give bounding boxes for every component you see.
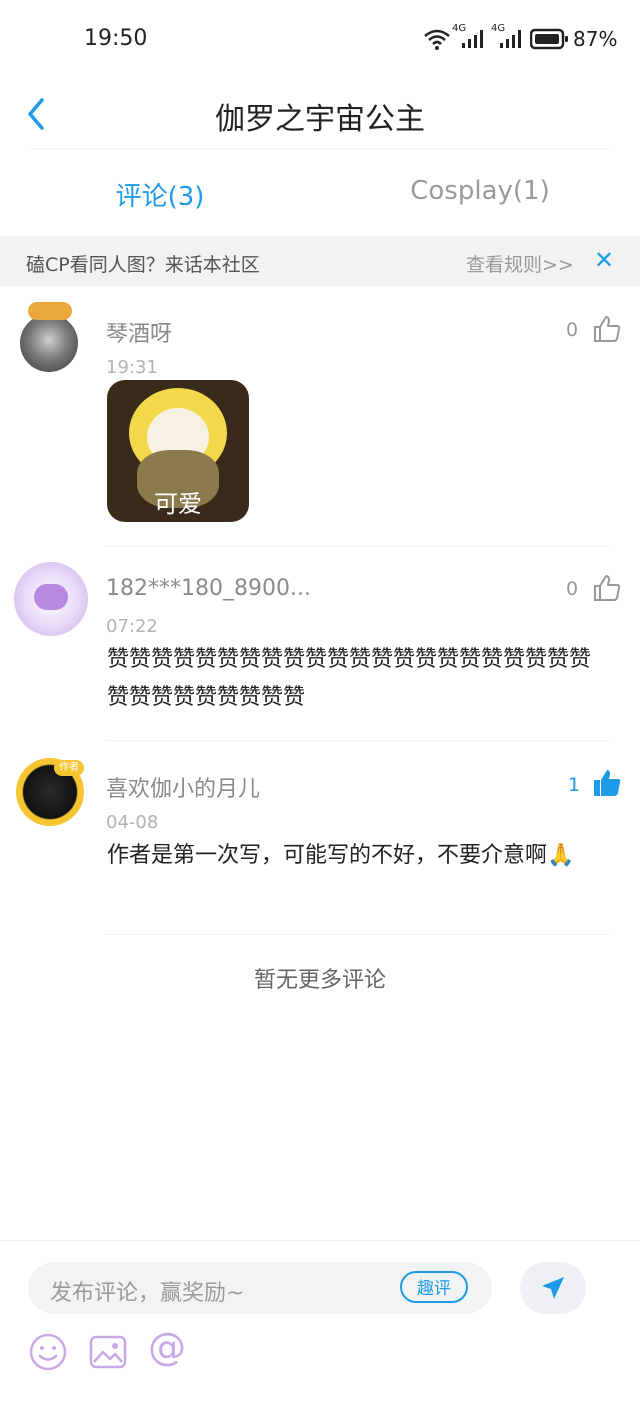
image-icon[interactable]	[88, 1332, 128, 1372]
wifi-icon	[424, 29, 450, 50]
status-time: 19:50	[84, 26, 148, 51]
comment-username[interactable]: 喜欢伽小的月儿	[106, 771, 260, 803]
tab-cosplay[interactable]: Cosplay(1)	[400, 176, 560, 206]
battery-icon	[530, 28, 568, 50]
author-badge: 作者	[54, 760, 84, 776]
chat-bubble-icon	[34, 584, 68, 610]
comment-divider	[106, 740, 610, 741]
comment-input-placeholder[interactable]: 发布评论，赢奖励~	[50, 1275, 244, 1307]
thumbs-up-icon[interactable]	[592, 573, 622, 603]
banner-text[interactable]: 磕CP看同人图？来话本社区	[26, 250, 260, 277]
tab-comments[interactable]: 评论(3)	[100, 176, 220, 213]
view-rules-link[interactable]: 查看规则>>	[466, 250, 574, 277]
avatar[interactable]	[20, 314, 78, 372]
status-bar: 19:50 4G 4G 87%	[0, 0, 640, 80]
comment-text: 赞赞赞赞赞赞赞赞赞赞赞赞赞赞赞赞赞赞赞赞赞赞赞赞赞赞赞赞赞赞赞	[107, 647, 592, 710]
signal-icon	[462, 30, 483, 48]
signal-icon-2	[500, 30, 521, 48]
send-icon[interactable]	[540, 1275, 566, 1301]
thumbs-up-icon[interactable]	[592, 768, 622, 798]
quick-review-button[interactable]: 趣评	[400, 1271, 468, 1303]
sticker-caption: 可爱	[154, 490, 202, 518]
header-divider	[30, 148, 610, 149]
like-count: 0	[566, 578, 579, 600]
no-more-comments: 暂无更多评论	[253, 968, 386, 993]
comment-image[interactable]: 可爱	[107, 380, 249, 522]
avatar-frame-badge	[28, 302, 72, 320]
page-title: 伽罗之宇宙公主	[215, 102, 425, 137]
comment-username[interactable]: 琴酒呀	[106, 316, 172, 348]
at-icon[interactable]: @	[146, 1326, 188, 1368]
avatar[interactable]	[14, 562, 88, 636]
comment-time: 07:22	[106, 616, 158, 637]
close-icon[interactable]: ✕	[594, 246, 618, 274]
comment-divider	[106, 546, 610, 547]
comment-divider	[106, 934, 610, 935]
battery-percent: 87%	[573, 27, 618, 51]
send-button[interactable]	[520, 1262, 586, 1314]
comment-time: 19:31	[106, 357, 158, 378]
thumbs-up-icon[interactable]	[592, 314, 622, 344]
comment-time: 04-08	[106, 812, 159, 833]
comment-username[interactable]: 182***180_8900...	[106, 576, 311, 601]
comment-text: 作者是第一次写，可能写的不好，不要介意啊🙏	[107, 843, 575, 868]
like-count: 0	[566, 319, 579, 341]
like-count: 1	[568, 774, 581, 796]
emoji-icon[interactable]	[28, 1332, 68, 1372]
